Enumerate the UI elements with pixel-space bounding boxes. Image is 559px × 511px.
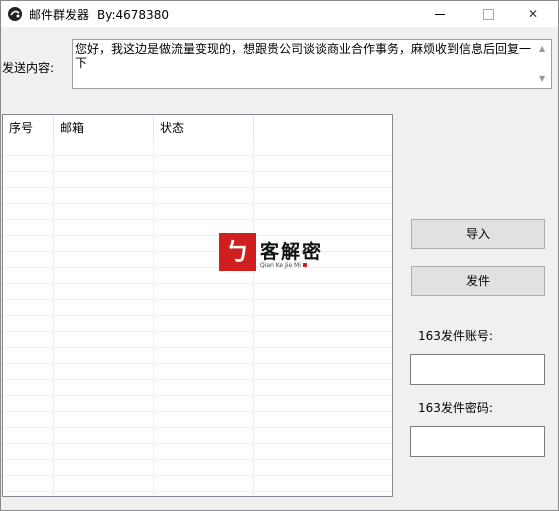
account-input[interactable]: [411, 355, 544, 384]
watermark-subtext-label: Qian Ke Jie Mi: [260, 262, 301, 269]
grid-row-line: [3, 395, 392, 396]
close-icon: ✕: [527, 7, 539, 21]
app-icon: [8, 7, 22, 21]
grid-row-line: [3, 443, 392, 444]
content-textarea[interactable]: 您好，我这边是做流量变现的，想跟贵公司谈谈商业合作事务，麻烦收到信息后回复一下 …: [72, 39, 552, 89]
send-button[interactable]: 发件: [411, 266, 545, 296]
grid-row-line: [3, 411, 392, 412]
column-header-index[interactable]: 序号: [3, 115, 54, 139]
grid-row-line: [3, 491, 392, 492]
content-label: 发送内容:: [2, 61, 55, 75]
scroll-up-icon[interactable]: ▲: [539, 42, 545, 56]
grid-row-line: [3, 283, 392, 284]
grid-row-line: [3, 187, 392, 188]
column-header-status[interactable]: 状态: [154, 115, 254, 139]
grid-row-line: [3, 155, 392, 156]
window-title: 邮件群发器 By:4678380: [29, 6, 169, 23]
grid-row-line: [3, 315, 392, 316]
grid-row-line: [3, 347, 392, 348]
content-scrollbar[interactable]: ▲ ▼: [536, 40, 551, 88]
maximize-button[interactable]: [465, 1, 511, 27]
grid-row-line: [3, 299, 392, 300]
scroll-down-icon[interactable]: ▼: [539, 72, 545, 86]
watermark-subtext: Qian Ke Jie Mi: [260, 262, 307, 269]
content-text: 您好，我这边是做流量变现的，想跟贵公司谈谈商业合作事务，麻烦收到信息后回复一下: [75, 42, 532, 70]
account-field[interactable]: [410, 354, 545, 385]
grid-row-line: [3, 219, 392, 220]
watermark-dot: [302, 263, 307, 267]
window-title-name: 邮件群发器: [29, 8, 90, 22]
table-grid: [3, 139, 392, 496]
import-button[interactable]: 导入: [411, 219, 545, 249]
watermark-logo: ㄅ 客解密 Qian Ke Jie Mi: [219, 233, 339, 273]
password-input[interactable]: [411, 427, 544, 456]
grid-row-line: [3, 427, 392, 428]
grid-row-line: [3, 379, 392, 380]
grid-row-line: [3, 331, 392, 332]
watermark-logo-mark: ㄅ: [219, 233, 256, 271]
minimize-icon: [435, 13, 445, 15]
email-list-table[interactable]: 序号 邮箱 状态: [2, 114, 393, 497]
minimize-button[interactable]: [417, 1, 463, 27]
table-header: 序号 邮箱 状态: [3, 115, 392, 139]
window-title-author: By:4678380: [97, 8, 169, 22]
title-bar[interactable]: 邮件群发器 By:4678380 ✕: [1, 1, 558, 27]
grid-row-line: [3, 203, 392, 204]
grid-row-line: [3, 171, 392, 172]
close-button[interactable]: ✕: [510, 1, 556, 27]
grid-row-line: [3, 363, 392, 364]
grid-row-line: [3, 475, 392, 476]
maximize-icon: [482, 8, 494, 20]
grid-row-line: [3, 459, 392, 460]
account-label: 163发件账号:: [418, 329, 493, 343]
watermark-text: 客解密: [260, 241, 324, 263]
password-field[interactable]: [410, 426, 545, 457]
password-label: 163发件密码:: [418, 401, 493, 415]
column-header-email[interactable]: 邮箱: [54, 115, 154, 139]
